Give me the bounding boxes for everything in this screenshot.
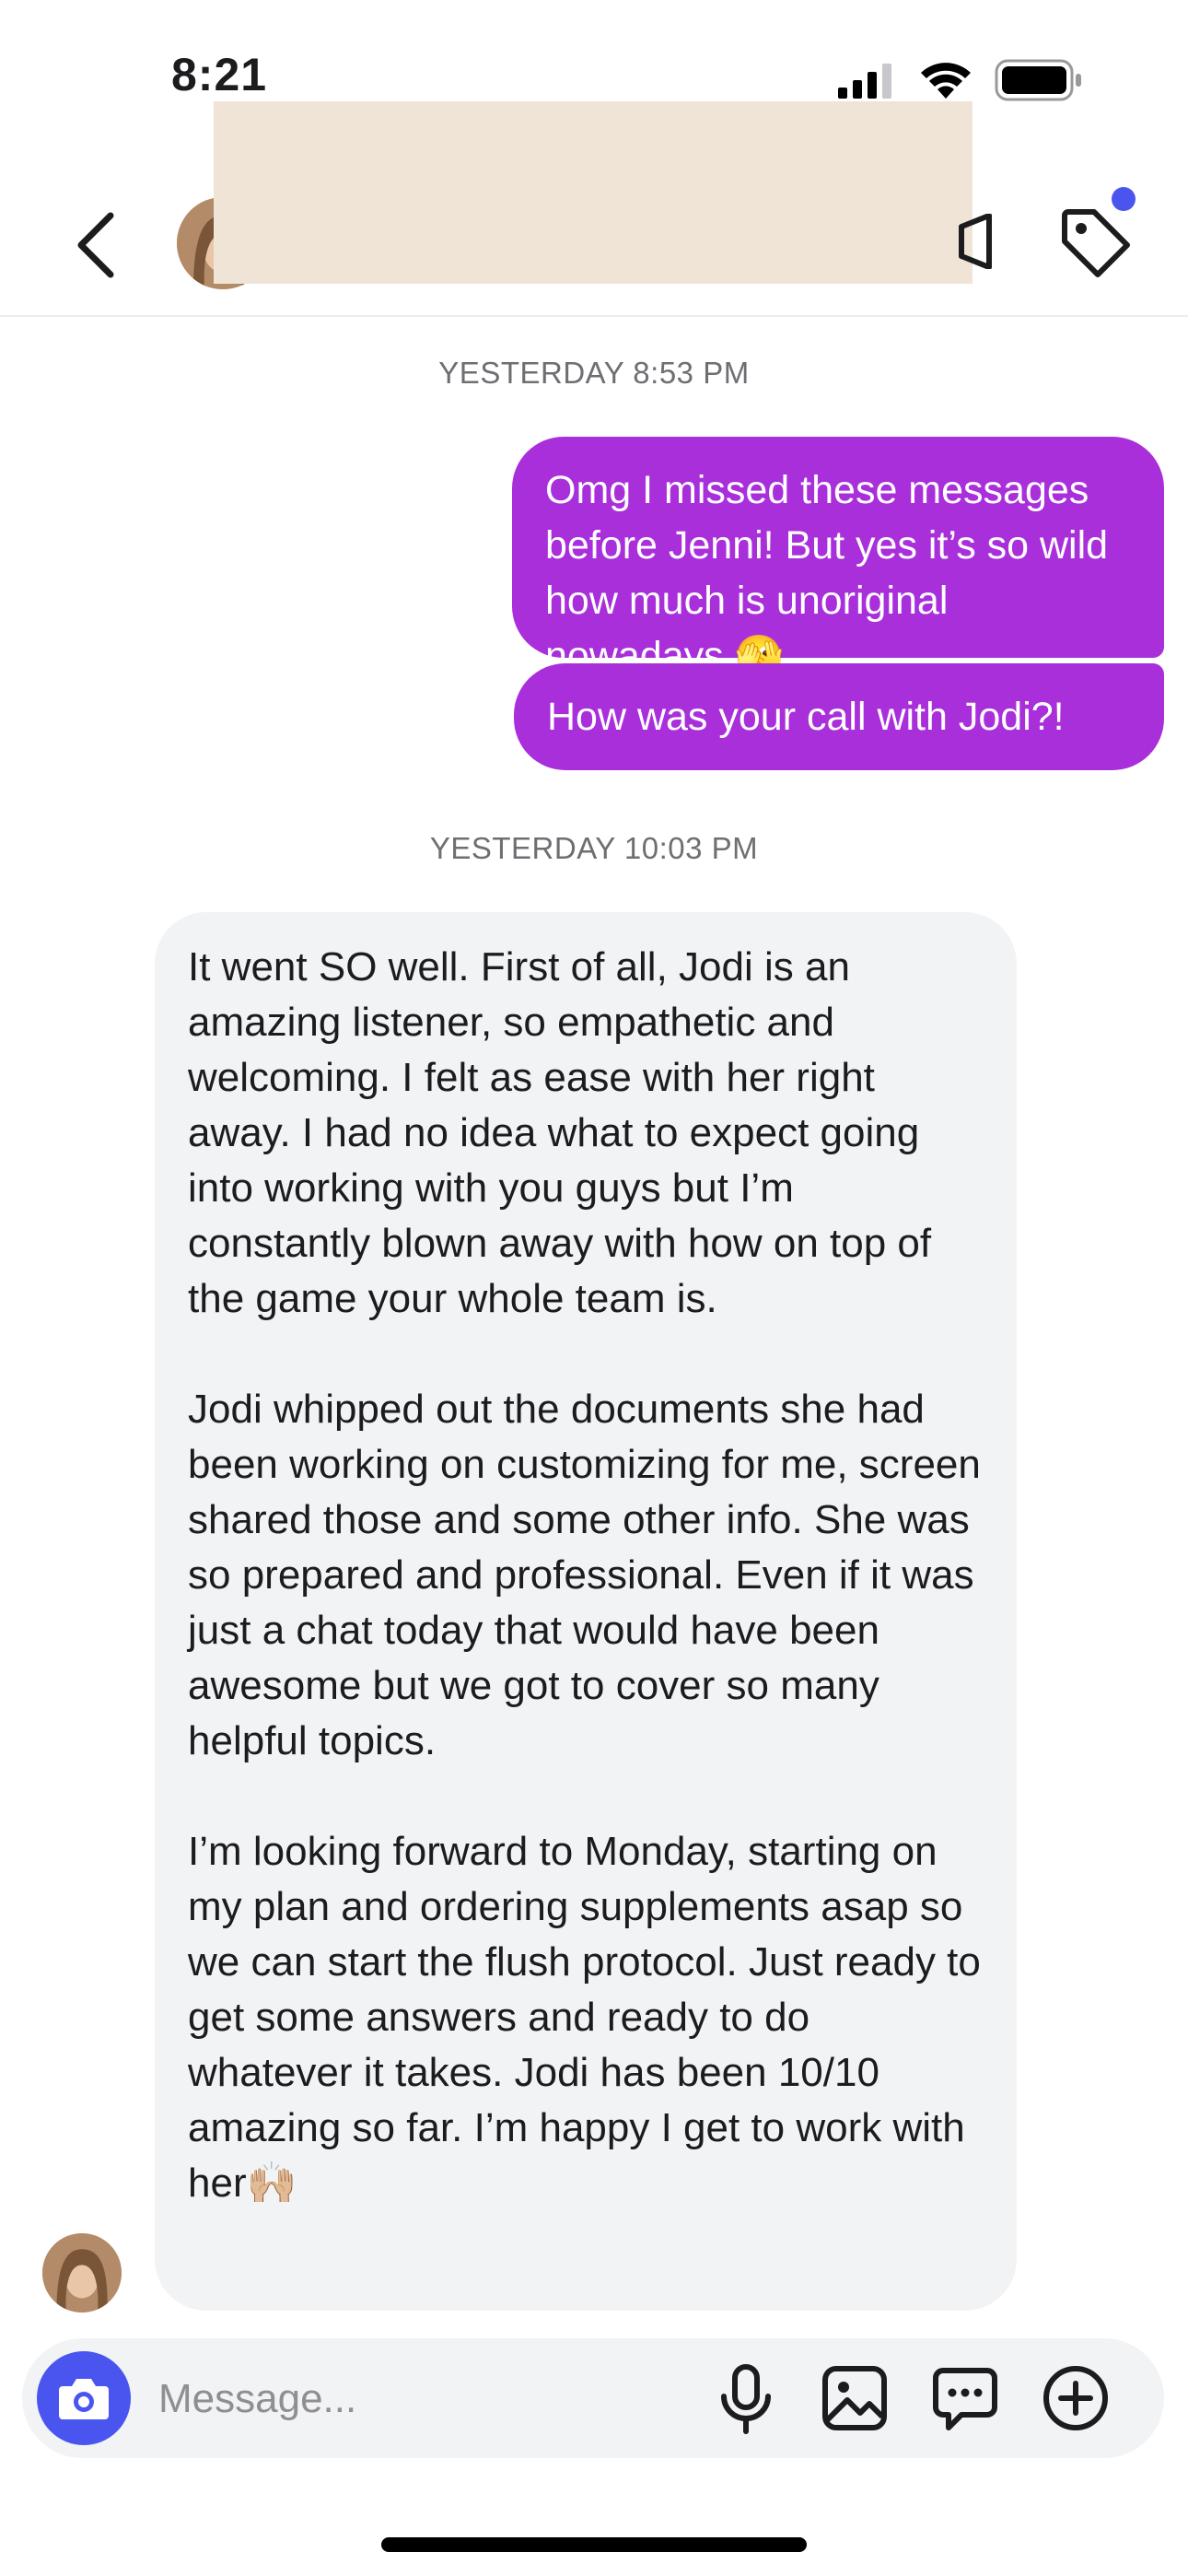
wifi-icon	[921, 63, 971, 99]
chevron-left-icon[interactable]	[70, 208, 125, 282]
message-paragraph: It went SO well. First of all, Jodi is a…	[188, 944, 932, 1321]
outgoing-message[interactable]: How was your call with Jodi?!	[514, 663, 1164, 770]
microphone-icon[interactable]	[709, 2361, 783, 2435]
chat-bubble-icon[interactable]	[928, 2361, 1002, 2435]
video-camera-icon[interactable]	[958, 214, 995, 269]
chat-header	[0, 101, 1188, 317]
image-icon[interactable]	[818, 2361, 891, 2435]
home-indicator[interactable]	[381, 2537, 807, 2552]
sender-avatar[interactable]	[42, 2233, 122, 2313]
incoming-message[interactable]: It went SO well. First of all, Jodi is a…	[155, 912, 1017, 2311]
cellular-signal-icon	[838, 64, 891, 99]
timestamp: YESTERDAY 8:53 PM	[438, 356, 750, 390]
outgoing-message[interactable]: Omg I missed these messages before Jenni…	[512, 437, 1164, 678]
camera-button[interactable]	[37, 2351, 131, 2445]
message-composer	[22, 2338, 1164, 2458]
camera-icon	[59, 2379, 109, 2419]
message-paragraph: Jodi whipped out the documents she had b…	[188, 1387, 981, 1763]
timestamp: YESTERDAY 10:03 PM	[429, 831, 759, 865]
plus-circle-icon[interactable]	[1039, 2361, 1112, 2435]
battery-icon	[995, 59, 1081, 101]
message-paragraph: I’m looking forward to Monday, starting …	[188, 1829, 981, 2206]
status-time: 8:21	[171, 49, 268, 100]
message-input[interactable]	[157, 2366, 676, 2432]
status-icons	[838, 57, 1083, 103]
redacted-contact-name	[214, 101, 973, 284]
notification-dot	[1112, 187, 1136, 211]
tag-icon[interactable]	[1057, 205, 1135, 282]
